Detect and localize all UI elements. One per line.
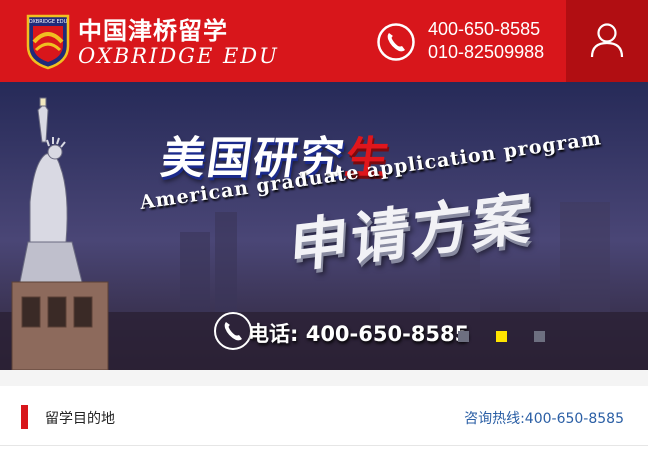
brand-name-en[interactable]: OXBRIDGE EDU — [78, 44, 279, 68]
hotline-phone-1[interactable]: 400-650-8585 — [428, 18, 544, 41]
promo-banner[interactable]: 美国研究生 American graduate application prog… — [0, 82, 648, 370]
hotline-numbers[interactable]: 400-650-8585 010-82509988 — [428, 18, 544, 64]
carousel-dot-1[interactable] — [458, 331, 469, 342]
section-marker — [21, 405, 28, 429]
banner-phone-text: 电话: 400-650-8585 — [248, 322, 470, 346]
user-account-button[interactable] — [566, 0, 648, 82]
brand-name-cn[interactable]: 中国津桥留学 — [78, 11, 228, 46]
banner-phone-icon — [214, 312, 252, 350]
section-title[interactable]: 留学目的地 — [45, 408, 115, 428]
user-icon — [590, 23, 624, 58]
oxbridge-logo-icon[interactable]: OXBRIDGE EDU — [24, 12, 72, 70]
section-hotline-link[interactable]: 咨询热线:400-650-8585 — [464, 408, 624, 428]
svg-text:OXBRIDGE EDU: OXBRIDGE EDU — [29, 19, 68, 25]
carousel-dot-2[interactable] — [496, 331, 507, 342]
phone-icon[interactable] — [376, 22, 416, 62]
destination-section-header: 留学目的地 咨询热线:400-650-8585 — [0, 386, 648, 446]
carousel-dot-3[interactable] — [534, 331, 545, 342]
site-header: OXBRIDGE EDU 中国津桥留学 OXBRIDGE EDU 400-650… — [0, 0, 648, 82]
hotline-phone-2[interactable]: 010-82509988 — [428, 41, 544, 64]
section-gap — [0, 370, 648, 386]
phone-glyph-icon — [224, 322, 242, 341]
